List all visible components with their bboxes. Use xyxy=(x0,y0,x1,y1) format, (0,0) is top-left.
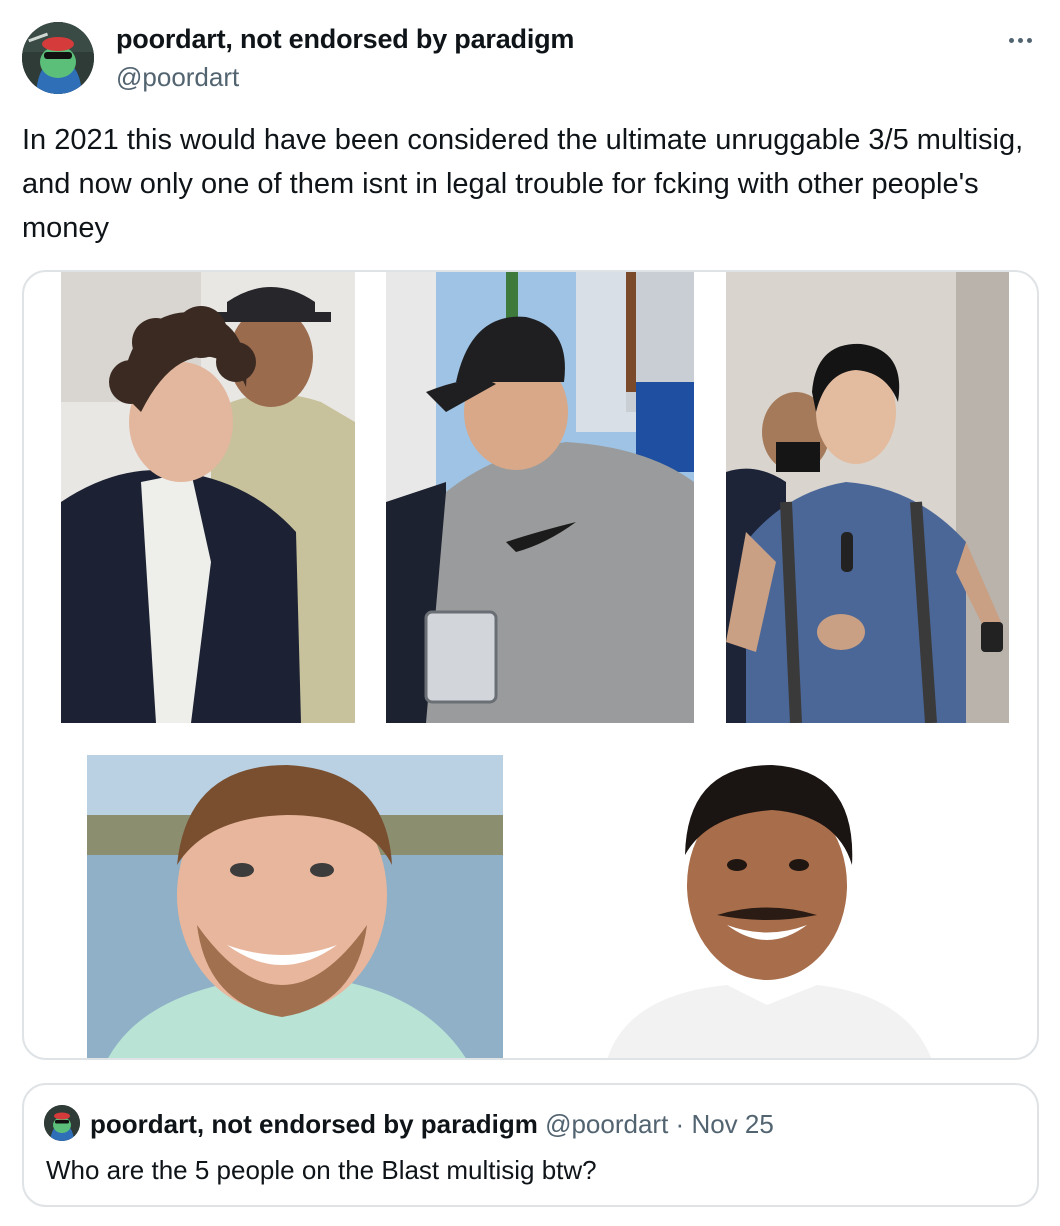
photo-4[interactable] xyxy=(87,755,503,1058)
tweet: poordart, not endorsed by paradigm @poor… xyxy=(0,0,1060,1226)
more-options-icon[interactable] xyxy=(1000,26,1040,54)
author-avatar[interactable] xyxy=(22,22,94,94)
quoted-header: poordart, not endorsed by paradigm @poor… xyxy=(90,1109,774,1140)
quoted-separator: · xyxy=(675,1109,685,1139)
photo-1[interactable] xyxy=(61,272,355,723)
photo-3[interactable] xyxy=(726,272,1009,723)
quoted-handle[interactable]: @poordart xyxy=(545,1109,668,1139)
quoted-author-avatar xyxy=(44,1105,80,1141)
photo-5[interactable] xyxy=(607,755,932,1058)
quoted-display-name[interactable]: poordart, not endorsed by paradigm xyxy=(90,1109,538,1139)
photo-2[interactable] xyxy=(386,272,694,723)
author-display-name[interactable]: poordart, not endorsed by paradigm xyxy=(116,24,574,55)
quoted-text: Who are the 5 people on the Blast multis… xyxy=(46,1155,597,1185)
quoted-tweet[interactable]: poordart, not endorsed by paradigm @poor… xyxy=(22,1083,1039,1207)
quoted-date[interactable]: Nov 25 xyxy=(691,1109,773,1139)
media-grid[interactable] xyxy=(22,270,1039,1060)
author-handle[interactable]: @poordart xyxy=(116,62,239,93)
tweet-text: In 2021 this would have been considered … xyxy=(22,124,1024,244)
